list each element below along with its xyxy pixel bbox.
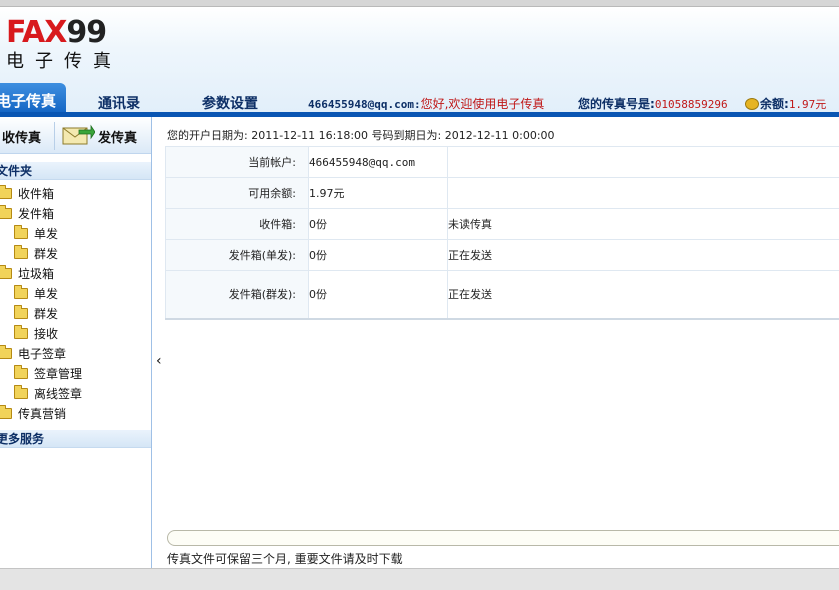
table-row: 可用余额: 1.97元 [165,177,839,209]
folder-outbox-group[interactable]: 群发 [0,244,151,264]
row-value: 1.97元 [308,177,448,209]
folder-icon [0,265,12,279]
row-status [447,177,839,209]
sidebar: 收传真 发传真 文件夹 收件箱 发件箱 单发 群发 垃圾箱 单发 群发 接收 电… [0,117,152,568]
folder-inbox[interactable]: 收件箱 [0,184,151,204]
window-top-strip [0,0,839,7]
folder-e-signature[interactable]: 电子签章 [0,344,151,364]
folder-signature-management[interactable]: 签章管理 [0,364,151,384]
table-row: 发件箱(单发): 0份 正在发送 [165,239,839,271]
table-row: 当前帐户: 466455948@qq.com [165,146,839,178]
horizontal-scrollbar[interactable] [167,530,839,546]
fax-number-label: 您的传真号是: [578,97,655,111]
folder-tree: 收件箱 发件箱 单发 群发 垃圾箱 单发 群发 接收 电子签章 签章管理 离线签… [0,180,151,424]
row-label: 发件箱(群发): [165,270,309,320]
folder-icon [14,225,28,239]
folder-trash-received[interactable]: 接收 [0,324,151,344]
folder-outbox-single[interactable]: 单发 [0,224,151,244]
row-value: 466455948@qq.com [308,146,448,178]
logo: FAX99 [6,15,107,50]
header: FAX99 电子传真 电子传真 通讯录 参数设置 466455948@qq.co… [0,7,839,119]
row-label: 发件箱(单发): [165,239,309,271]
folder-icon [14,385,28,399]
row-value[interactable]: 0份 [308,270,448,320]
folder-icon [0,345,12,359]
folder-fax-marketing[interactable]: 传真营销 [0,404,151,424]
folders-section-title: 文件夹 [0,162,151,180]
status-bar [0,568,839,590]
row-status[interactable]: 正在发送 [447,239,839,271]
balance-info: 余额:1.97元 [745,95,826,112]
button-separator [54,122,55,150]
sidebar-button-bar: 收传真 发传真 [0,117,151,154]
retention-note: 传真文件可保留三个月, 重要文件请及时下载 [167,552,403,566]
account-summary-table: 当前帐户: 466455948@qq.com 可用余额: 1.97元 收件箱: … [165,146,839,320]
collapse-sidebar-icon[interactable]: ‹ [156,353,162,369]
fax-number: 01058859296 [654,98,728,111]
account-dates: 您的开户日期为: 2011-12-11 16:18:00 号码到期日为: 201… [167,129,555,142]
folder-trash[interactable]: 垃圾箱 [0,264,151,284]
row-label: 收件箱: [165,208,309,240]
welcome-info: 466455948@qq.com:您好,欢迎使用电子传真 [308,95,544,112]
logo-subtitle: 电子传真 [6,51,122,72]
account-email: 466455948@qq.com: [308,98,421,111]
row-value[interactable]: 0份 [308,208,448,240]
row-label: 可用余额: [165,177,309,209]
row-value[interactable]: 0份 [308,239,448,271]
balance-value: 1.97元 [788,98,827,111]
send-fax-button[interactable]: 发传真 [98,127,137,146]
tab-address-book[interactable]: 通讯录 [98,93,140,113]
receive-fax-button[interactable]: 收传真 [2,127,41,146]
folder-icon [14,305,28,319]
tab-settings[interactable]: 参数设置 [202,93,258,113]
greeting-text: 您好,欢迎使用电子传真 [420,97,545,111]
folder-offline-signature[interactable]: 离线签章 [0,384,151,404]
folder-icon [0,185,12,199]
send-envelope-icon[interactable] [61,122,95,146]
table-row: 收件箱: 0份 未读传真 [165,208,839,240]
more-services-title[interactable]: 更多服务 [0,430,151,448]
main-content: 您的开户日期为: 2011-12-11 16:18:00 号码到期日为: 201… [165,117,839,568]
money-bag-icon [745,98,759,110]
folder-trash-single[interactable]: 单发 [0,284,151,304]
folder-icon [14,325,28,339]
fax-number-info: 您的传真号是:01058859296 [578,95,728,112]
folder-icon [14,245,28,259]
folder-trash-group[interactable]: 群发 [0,304,151,324]
folder-icon [14,285,28,299]
folder-icon [0,205,12,219]
row-label: 当前帐户: [165,146,309,178]
folder-icon [0,405,12,419]
row-status[interactable]: 正在发送 [447,270,839,320]
folder-icon [14,365,28,379]
table-row: 发件箱(群发): 0份 正在发送 [165,270,839,320]
folder-outbox[interactable]: 发件箱 [0,204,151,224]
row-status [447,146,839,178]
row-status[interactable]: 未读传真 [447,208,839,240]
balance-label: 余额: [760,97,789,111]
